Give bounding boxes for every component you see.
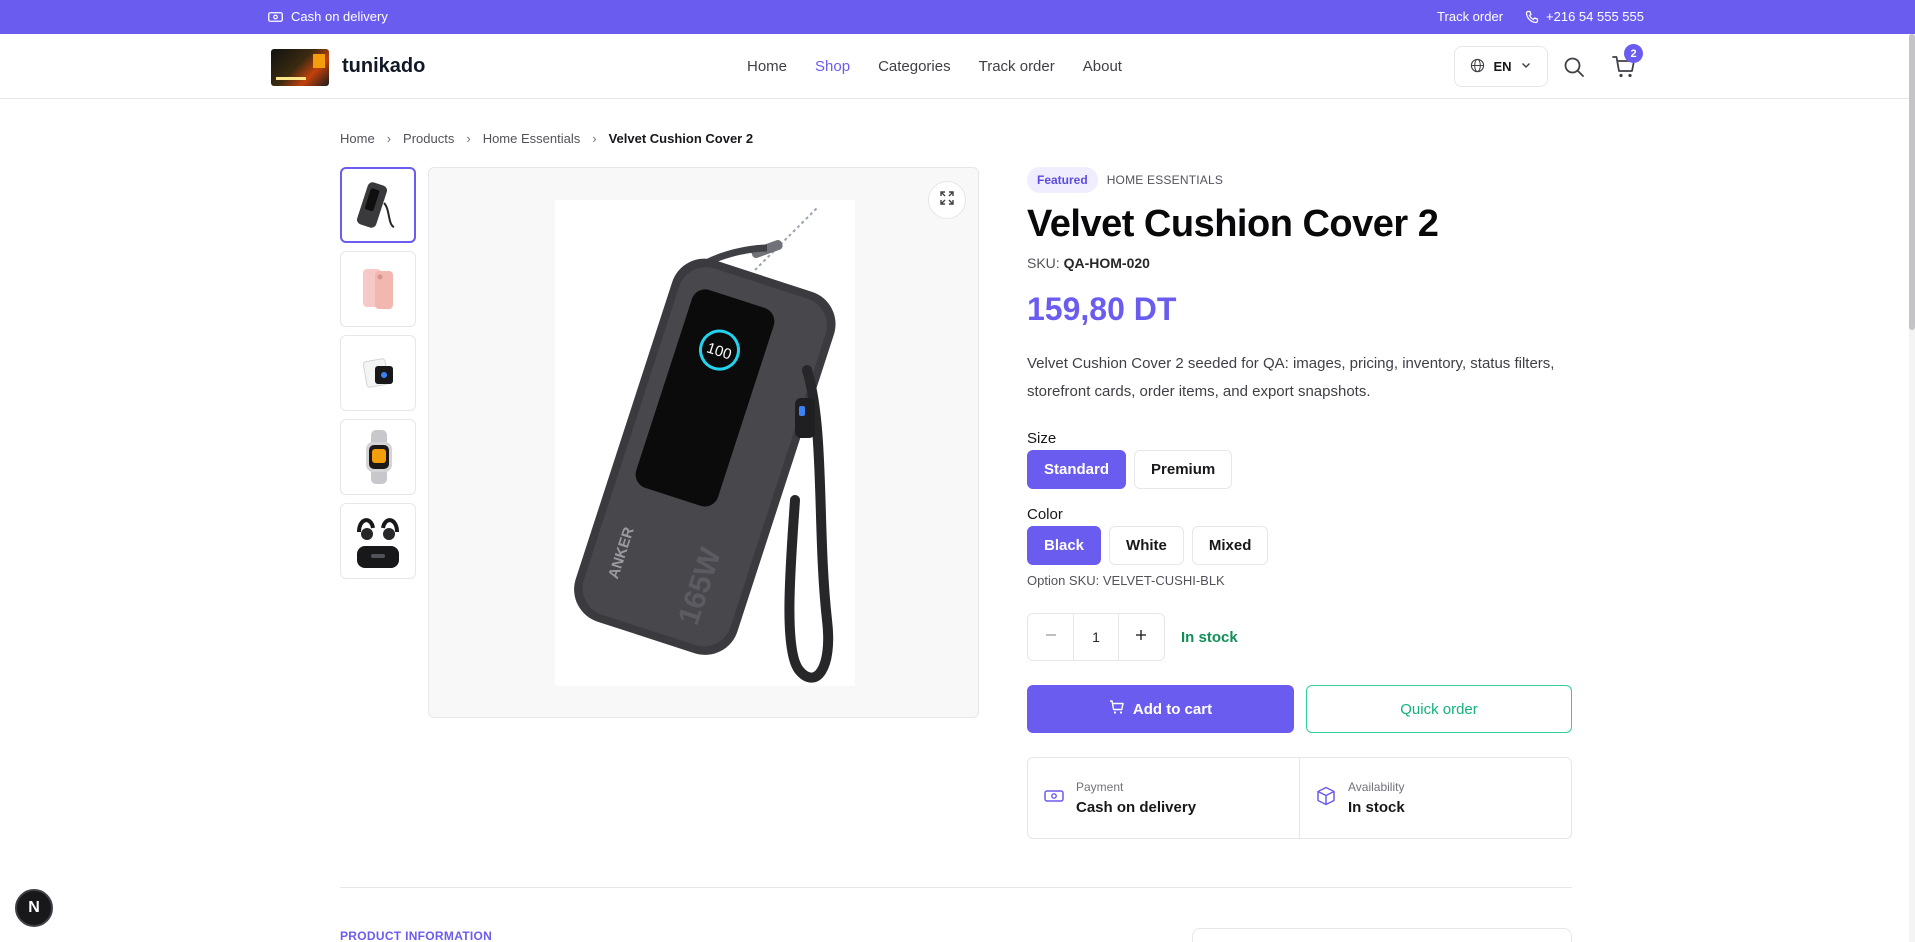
nav-categories[interactable]: Categories [878, 58, 951, 75]
product-category[interactable]: HOME ESSENTIALS [1107, 173, 1223, 187]
thumbnail-smartwatch[interactable] [340, 419, 416, 495]
nav-shop[interactable]: Shop [815, 58, 850, 75]
chevron-right-icon: › [592, 131, 597, 146]
brand-name[interactable]: tunikado [342, 55, 425, 78]
chevron-right-icon: › [466, 131, 471, 146]
power-bank-thumb-image [356, 182, 395, 228]
topbar-track-order-link[interactable]: Track order [1437, 9, 1503, 24]
section-divider [340, 887, 1572, 888]
color-options: Black White Mixed [1027, 526, 1269, 565]
earbuds-thumb-image [357, 518, 399, 568]
availability-value: In stock [1348, 799, 1405, 816]
phone-number: +216 54 555 555 [1546, 9, 1644, 24]
sku-value: QA-HOM-020 [1063, 255, 1150, 271]
page-scrollbar[interactable] [1909, 34, 1915, 942]
site-header: tunikado Home Shop Categories Track orde… [0, 34, 1915, 99]
plus-icon [1135, 628, 1147, 646]
payment-value: Cash on delivery [1076, 799, 1197, 816]
main-nav: Home Shop Categories Track order About [747, 58, 1122, 75]
breadcrumb-category[interactable]: Home Essentials [483, 131, 581, 146]
dev-tools-button[interactable]: N [15, 889, 53, 927]
nav-about[interactable]: About [1083, 58, 1122, 75]
chevron-right-icon: › [386, 131, 392, 146]
breadcrumb-home[interactable]: Home [340, 131, 375, 146]
language-code: EN [1493, 59, 1512, 74]
size-option-premium[interactable]: Premium [1134, 450, 1233, 489]
quantity-stepper: 1 [1027, 613, 1165, 661]
chevron-down-icon [1520, 59, 1532, 74]
announcement-bar: Cash on delivery Track order +216 54 555… [0, 0, 1915, 34]
language-selector[interactable]: EN [1454, 46, 1548, 87]
size-options: Standard Premium [1027, 450, 1233, 489]
cod-label: Cash on delivery [291, 9, 388, 24]
watch-thumb-image [366, 430, 392, 484]
search-button[interactable] [1562, 55, 1586, 79]
color-option-white[interactable]: White [1109, 526, 1184, 565]
charger-thumb-image [362, 358, 393, 388]
sku-label: SKU: [1027, 255, 1060, 271]
cart-count-badge: 2 [1624, 44, 1643, 63]
globe-icon [1470, 58, 1485, 76]
package-icon [1316, 786, 1336, 811]
product-price: 159,80 DT [1027, 291, 1177, 327]
breadcrumb-current: Velvet Cushion Cover 2 [608, 131, 754, 146]
quick-order-button[interactable]: Quick order [1306, 685, 1572, 733]
payment-label: Payment [1076, 780, 1124, 794]
cart-icon [1109, 699, 1125, 719]
nav-home[interactable]: Home [747, 58, 787, 75]
cod-notice: Cash on delivery [268, 9, 388, 24]
size-label: Size [1027, 430, 1057, 447]
purchase-info-box: Payment Cash on delivery Availability In… [1027, 757, 1572, 839]
option-sku: Option SKU: VELVET-CUSHI-BLK [1027, 573, 1225, 588]
search-icon [1562, 57, 1586, 83]
side-summary-card [1192, 928, 1572, 942]
color-option-mixed[interactable]: Mixed [1191, 526, 1269, 565]
topbar-phone-link[interactable]: +216 54 555 555 [1525, 9, 1644, 24]
stock-status: In stock [1181, 629, 1238, 646]
phone-icon [1525, 10, 1539, 24]
expand-icon [939, 190, 955, 211]
product-description: Velvet Cushion Cover 2 seeded for QA: im… [1027, 355, 1555, 400]
minus-icon [1045, 628, 1057, 646]
size-option-standard[interactable]: Standard [1027, 450, 1127, 489]
thumbnail-earbuds[interactable] [340, 503, 416, 579]
breadcrumb: Home › Products › Home Essentials › Velv… [340, 131, 753, 146]
color-option-black[interactable]: Black [1027, 526, 1102, 565]
featured-badge: Featured [1027, 167, 1098, 193]
expand-image-button[interactable] [928, 181, 966, 219]
add-to-cart-button[interactable]: Add to cart [1027, 685, 1294, 733]
product-sku: SKU: QA-HOM-020 [1027, 255, 1150, 271]
payment-info: Payment Cash on delivery [1028, 758, 1299, 838]
availability-info: Availability In stock [1299, 758, 1571, 838]
breadcrumb-products[interactable]: Products [403, 131, 454, 146]
phone-thumb-image [363, 269, 393, 309]
cash-icon [1044, 788, 1064, 809]
product-badges: Featured HOME ESSENTIALS [1027, 167, 1223, 193]
increase-quantity-button[interactable] [1119, 614, 1164, 660]
thumbnail-wireless-charger[interactable] [340, 335, 416, 411]
thumbnail-power-bank[interactable] [340, 167, 416, 243]
quantity-value[interactable]: 1 [1073, 614, 1119, 660]
product-information-heading: PRODUCT INFORMATION [340, 929, 493, 942]
cash-icon [268, 11, 283, 23]
nav-track-order[interactable]: Track order [979, 58, 1055, 75]
thumbnail-phone[interactable] [340, 251, 416, 327]
color-label: Color [1027, 506, 1063, 523]
store-logo[interactable] [271, 49, 329, 86]
availability-label: Availability [1348, 780, 1405, 794]
product-photo: 100 ANKER 165W [555, 200, 855, 686]
add-to-cart-label: Add to cart [1132, 700, 1213, 718]
scrollbar-thumb[interactable] [1909, 34, 1915, 330]
main-product-image-frame[interactable]: 100 ANKER 165W [428, 167, 979, 718]
product-title: Velvet Cushion Cover 2 [1027, 203, 1439, 245]
cart-icon [1611, 56, 1637, 84]
decrease-quantity-button[interactable] [1028, 614, 1073, 660]
